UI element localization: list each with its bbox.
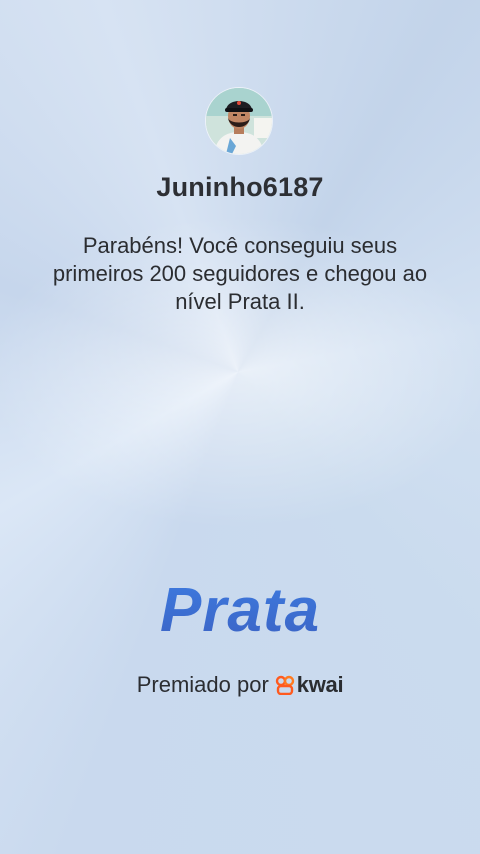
- avatar-image: [206, 88, 272, 154]
- kwai-logo-icon: [275, 675, 295, 696]
- brand-logo: kwai: [275, 672, 344, 698]
- awarded-by: Premiado por kwai: [0, 672, 480, 698]
- awarded-by-label: Premiado por: [136, 672, 269, 697]
- avatar[interactable]: [206, 88, 272, 154]
- username: Juninho6187: [156, 172, 324, 202]
- achievement-screen: Juninho6187 Parabéns! Você conseguiu seu…: [0, 0, 480, 854]
- achievement-message: Parabéns! Você conseguiu seus primeiros …: [52, 233, 428, 314]
- level-name: Prata: [0, 575, 480, 646]
- brand-name: kwai: [296, 672, 344, 697]
